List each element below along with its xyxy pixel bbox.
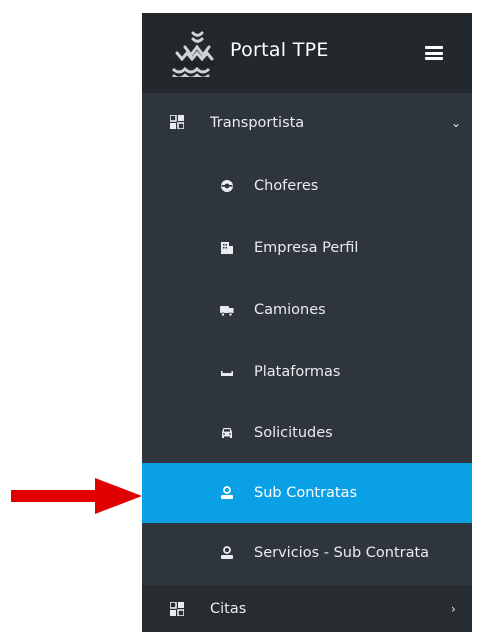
nav-item-choferes[interactable]: Choferes (142, 156, 472, 216)
brand-header: Portal TPE (142, 13, 472, 93)
nav-item-servicios-sub-contrata[interactable]: Servicios - Sub Contrata (142, 523, 472, 583)
logo-icon (171, 31, 215, 77)
nav-item-sub-contratas[interactable]: Sub Contratas (142, 463, 472, 523)
truck-icon (220, 306, 234, 317)
nav-item-plataformas[interactable]: Plataformas (142, 342, 472, 402)
nav-group-label: Transportista (210, 115, 305, 131)
grid-icon (170, 115, 184, 129)
nav-item-label: Choferes (254, 178, 319, 194)
chevron-down-icon: ⌄ (451, 116, 462, 130)
nav-item-label: Servicios - Sub Contrata (254, 545, 430, 561)
grid-icon (170, 602, 184, 616)
nav-group-transportista[interactable]: Transportista ⌄ (142, 93, 472, 153)
nav-item-label: Sub Contratas (254, 485, 358, 501)
nav-item-camiones[interactable]: Camiones (142, 280, 472, 340)
nav-item-empresa-perfil[interactable]: Empresa Perfil (142, 218, 472, 278)
nav-group-label: Citas (210, 600, 247, 617)
car-icon (222, 428, 232, 438)
platform-icon (221, 371, 233, 376)
app-title: Portal TPE (230, 39, 329, 61)
nav-item-label: Plataformas (254, 364, 341, 380)
nav-item-solicitudes[interactable]: Solicitudes (142, 403, 472, 463)
nav-group-citas[interactable]: Citas › (142, 585, 472, 632)
user-icon (221, 546, 233, 559)
sidebar: Portal TPE Transportista ⌄ Choferes Empr… (142, 13, 472, 632)
building-icon (221, 242, 233, 254)
nav-item-label: Solicitudes (254, 425, 333, 441)
annotation-arrow-icon (11, 478, 142, 514)
driver-icon (221, 180, 233, 192)
hamburger-menu-icon[interactable] (425, 46, 443, 60)
nav-item-label: Empresa Perfil (254, 240, 359, 256)
nav-item-label: Camiones (254, 302, 326, 318)
chevron-right-icon: › (451, 601, 456, 616)
user-icon (221, 486, 233, 499)
